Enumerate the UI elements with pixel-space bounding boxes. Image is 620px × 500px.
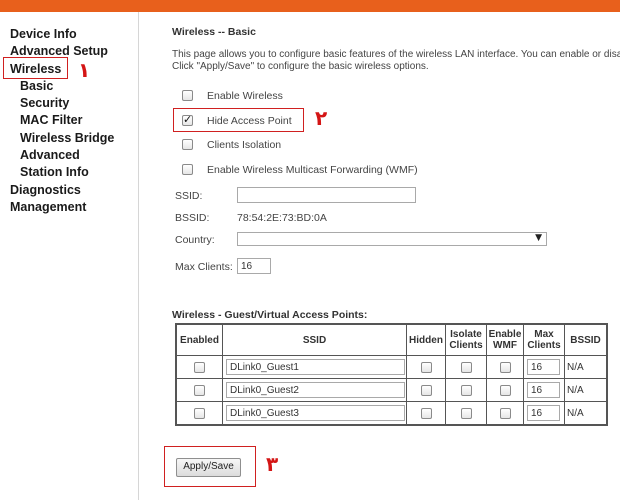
cell-max: 16 <box>523 378 565 402</box>
page-title: Wireless -- Basic <box>172 26 256 38</box>
ssid-input[interactable] <box>237 187 416 203</box>
guest3-max-input[interactable]: 16 <box>527 405 560 421</box>
guest2-isolate-checkbox[interactable] <box>460 384 472 396</box>
guest3-hidden-checkbox[interactable] <box>420 407 432 419</box>
col-bssid: BSSID <box>564 323 608 356</box>
sidebar-item-station-info[interactable]: Station Info <box>20 165 89 179</box>
col-max-line2: Clients <box>527 340 561 351</box>
table-row: DLink0_Guest2 16 N/A <box>175 378 608 402</box>
guest2-bssid: N/A <box>564 378 608 402</box>
highlight-box-wireless <box>3 57 68 79</box>
guest1-max-input[interactable]: 16 <box>527 359 560 375</box>
cell-wmf <box>486 355 524 379</box>
max-clients-label: Max Clients: <box>175 261 233 273</box>
guest-ap-table: Enabled SSID Hidden Isolate Clients Enabl… <box>175 323 608 426</box>
table-header-row: Enabled SSID Hidden Isolate Clients Enabl… <box>175 323 608 356</box>
sidebar-item-advanced-setup[interactable]: Advanced Setup <box>10 44 108 58</box>
guest1-hidden-checkbox[interactable] <box>420 361 432 373</box>
page-description-line1: This page allows you to configure basic … <box>172 49 620 60</box>
enable-wireless-label: Enable Wireless <box>207 90 283 102</box>
cell-enabled <box>175 401 223 426</box>
guest1-enabled-checkbox[interactable] <box>194 361 205 373</box>
guest1-isolate-checkbox[interactable] <box>460 361 472 373</box>
cell-enabled <box>175 378 223 402</box>
col-enabled: Enabled <box>175 323 223 356</box>
apply-save-button[interactable]: Apply/Save <box>176 458 241 477</box>
country-label: Country: <box>175 234 215 246</box>
cell-max: 16 <box>523 355 565 379</box>
guest3-wmf-checkbox[interactable] <box>499 407 511 419</box>
guest2-hidden-checkbox[interactable] <box>420 384 432 396</box>
max-clients-input[interactable]: 16 <box>237 258 271 274</box>
ssid-label: SSID: <box>175 190 203 202</box>
guest3-isolate-checkbox[interactable] <box>460 407 472 419</box>
wmf-label: Enable Wireless Multicast Forwarding (WM… <box>207 164 418 176</box>
cell-ssid: DLink0_Guest3 <box>222 401 407 426</box>
sidebar-nav: Device Info Advanced Setup Wireless Basi… <box>0 12 139 500</box>
guest2-wmf-checkbox[interactable] <box>499 384 511 396</box>
col-hidden: Hidden <box>406 323 446 356</box>
col-isolate-line2: Clients <box>449 340 483 351</box>
page-description-line2: Click "Apply/Save" to configure the basi… <box>172 61 429 72</box>
top-banner <box>0 0 620 12</box>
sidebar-item-security[interactable]: Security <box>20 96 69 110</box>
col-enable-wmf: Enable WMF <box>486 323 524 356</box>
guest2-ssid-input[interactable]: DLink0_Guest2 <box>226 382 405 398</box>
cell-hidden <box>406 378 446 402</box>
guest1-ssid-input[interactable]: DLink0_Guest1 <box>226 359 405 375</box>
guest1-wmf-checkbox[interactable] <box>499 361 511 373</box>
col-wmf-line2: WMF <box>493 340 517 351</box>
col-max-line1: Max <box>534 329 554 340</box>
guest3-bssid: N/A <box>564 401 608 426</box>
country-select[interactable]: ▼ <box>237 232 547 246</box>
cell-wmf <box>486 378 524 402</box>
guest3-enabled-checkbox[interactable] <box>194 407 205 419</box>
col-wmf-line1: Enable <box>488 329 522 340</box>
col-isolate-line1: Isolate <box>450 329 482 340</box>
sidebar-item-advanced[interactable]: Advanced <box>20 148 80 162</box>
guest3-ssid-input[interactable]: DLink0_Guest3 <box>226 405 405 421</box>
cell-enabled <box>175 355 223 379</box>
sidebar-item-device-info[interactable]: Device Info <box>10 27 77 41</box>
clients-isolation-label: Clients Isolation <box>207 139 282 151</box>
col-isolate-clients: Isolate Clients <box>445 323 487 356</box>
guest-ap-title: Wireless - Guest/Virtual Access Points: <box>172 309 368 321</box>
cell-ssid: DLink0_Guest1 <box>222 355 407 379</box>
cell-hidden <box>406 355 446 379</box>
guest1-bssid: N/A <box>564 355 608 379</box>
col-ssid: SSID <box>222 323 407 356</box>
annotation-marker-1: ١ <box>78 58 91 82</box>
annotation-marker-2: ٢ <box>315 106 328 130</box>
cell-isolate <box>445 378 487 402</box>
guest2-max-input[interactable]: 16 <box>527 382 560 398</box>
sidebar-item-wireless-bridge[interactable]: Wireless Bridge <box>20 131 114 145</box>
clients-isolation-checkbox[interactable] <box>182 139 193 150</box>
enable-wireless-checkbox[interactable] <box>182 90 193 101</box>
cell-ssid: DLink0_Guest2 <box>222 378 407 402</box>
cell-hidden <box>406 401 446 426</box>
bssid-value: 78:54:2E:73:BD:0A <box>237 212 327 224</box>
bssid-label: BSSID: <box>175 212 210 224</box>
table-row: DLink0_Guest3 16 N/A <box>175 401 608 426</box>
cell-isolate <box>445 401 487 426</box>
cell-wmf <box>486 401 524 426</box>
highlight-box-hide-ap <box>173 108 304 132</box>
sidebar-item-management[interactable]: Management <box>10 200 86 214</box>
chevron-down-icon: ▼ <box>535 233 542 243</box>
cell-isolate <box>445 355 487 379</box>
guest2-enabled-checkbox[interactable] <box>194 384 205 396</box>
sidebar-item-basic[interactable]: Basic <box>20 79 53 93</box>
table-row: DLink0_Guest1 16 N/A <box>175 355 608 379</box>
col-max-clients: Max Clients <box>523 323 565 356</box>
annotation-marker-3: ٣ <box>266 452 279 476</box>
sidebar-item-diagnostics[interactable]: Diagnostics <box>10 183 81 197</box>
wmf-checkbox[interactable] <box>182 164 193 175</box>
sidebar-item-mac-filter[interactable]: MAC Filter <box>20 113 83 127</box>
cell-max: 16 <box>523 401 565 426</box>
